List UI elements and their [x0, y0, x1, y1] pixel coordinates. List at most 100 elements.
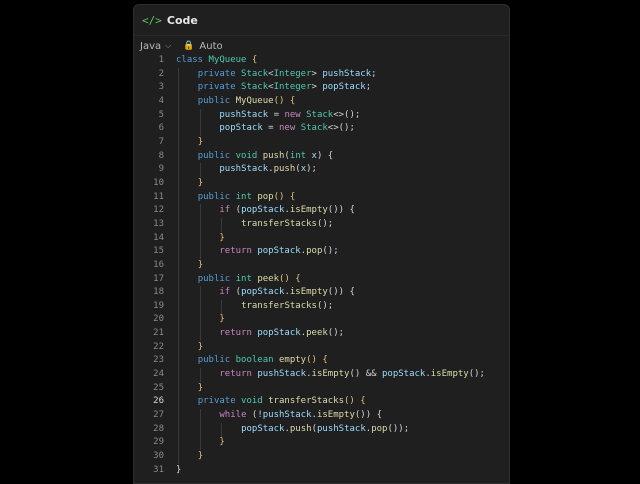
code-token: ();: [316, 218, 334, 229]
code-token: ;: [365, 82, 372, 93]
code-token: ();: [316, 300, 334, 311]
code-line: 18 if (popStack.isEmpty()) {: [134, 286, 509, 300]
line-number: 4: [158, 95, 164, 106]
code-token: private: [197, 68, 242, 79]
code-token: MyQueue: [208, 55, 252, 65]
indent-guide: [199, 204, 201, 260]
code-line: 16}: [134, 259, 509, 273]
line-source: popStack = new Stack<>();: [219, 122, 355, 136]
indent-guide: [221, 218, 223, 232]
code-token: isEmpty: [430, 369, 469, 380]
line-number: 25: [153, 382, 164, 393]
code-token: () {: [273, 191, 296, 202]
line-source: public int peek() {: [198, 273, 301, 287]
line-number: 31: [153, 464, 164, 475]
indent-guide: [221, 300, 223, 314]
indent-guide: [199, 163, 201, 178]
code-token: pushStack: [316, 423, 366, 434]
line-source: public void push(int x) {: [198, 150, 334, 164]
code-line: 27 while (!pushStack.isEmpty()) {: [134, 409, 509, 423]
code-icon: </>: [142, 13, 162, 27]
code-line: 13 transferStacks();: [134, 218, 509, 232]
code-token: push: [273, 164, 296, 175]
line-number: 22: [153, 341, 164, 352]
code-line: 21 return popStack.peek();: [134, 327, 509, 341]
code-token: pop: [306, 246, 323, 257]
line-number: 14: [153, 232, 164, 243]
code-line: 12 if (popStack.isEmpty()) {: [134, 204, 509, 218]
code-token: ()) {: [327, 287, 355, 298]
code-token: new: [279, 123, 301, 134]
code-line: 20}: [134, 313, 509, 327]
code-line: 3 private Stack<Integer> popStack;: [134, 81, 509, 95]
line-number: 20: [153, 314, 164, 325]
code-token: popStack: [257, 246, 301, 257]
code-token: popStack: [322, 82, 366, 93]
code-token: private: [197, 82, 242, 93]
code-line: 15 return popStack.pop();: [134, 245, 509, 259]
code-token: while: [219, 410, 252, 421]
panel-header: </> Code: [142, 11, 198, 29]
code-token: }: [197, 136, 204, 147]
indent-guide: [199, 409, 201, 451]
line-source: }: [198, 177, 203, 191]
code-token: () {: [273, 95, 296, 106]
lock-icon: 🔒: [183, 41, 195, 51]
code-token: public: [197, 95, 236, 106]
code-token: }: [197, 451, 204, 462]
code-token: }: [197, 341, 204, 352]
code-token: popStack: [381, 369, 426, 380]
code-line: 28 popStack.push(pushStack.pop());: [134, 423, 509, 437]
line-number: 9: [158, 164, 164, 175]
line-source: return popStack.pop();: [219, 245, 338, 259]
code-token: popStack: [241, 287, 285, 298]
code-token: pushStack: [322, 68, 372, 79]
code-token: new: [284, 109, 307, 120]
code-token: (!: [251, 410, 263, 421]
line-source: }: [219, 232, 224, 246]
code-panel: </> Code Java ⌵ 🔒 Auto 1 class MyQueue {2…: [133, 4, 510, 484]
line-number: 12: [153, 205, 164, 216]
code-token: isEmpty: [289, 205, 328, 216]
header-divider: [134, 35, 509, 36]
line-number: 30: [153, 451, 164, 462]
code-token: pushStack: [219, 109, 269, 120]
code-line: 17 public int peek() {: [134, 273, 509, 287]
code-token: () {: [344, 396, 366, 407]
code-token: pop: [371, 423, 388, 434]
code-token: );: [306, 164, 317, 175]
code-token: ();: [468, 369, 485, 380]
line-number: 6: [158, 123, 164, 134]
line-source: class MyQueue {: [176, 54, 257, 68]
code-token: Stack: [241, 82, 269, 93]
line-number: 15: [153, 246, 164, 257]
code-token: =: [262, 123, 280, 134]
code-token: popStack: [219, 123, 263, 134]
line-source: public int pop() {: [198, 191, 296, 205]
line-number: 23: [153, 355, 164, 366]
line-number: 7: [158, 136, 164, 147]
code-token: Stack: [241, 68, 269, 79]
line-number: 16: [153, 259, 164, 270]
code-token: isEmpty: [316, 410, 355, 421]
code-token: void: [235, 150, 263, 161]
line-source: transferStacks();: [241, 218, 333, 232]
code-token: push: [289, 423, 312, 434]
code-token: pushStack: [262, 410, 312, 421]
line-source: pushStack = new Stack<>();: [219, 109, 360, 123]
mode-label[interactable]: Auto: [199, 41, 222, 52]
line-source: transferStacks();: [241, 300, 333, 314]
line-number: 19: [153, 300, 164, 311]
code-editor[interactable]: 1 class MyQueue {2 private Stack<Integer> …: [134, 54, 509, 477]
code-line: 19 transferStacks();: [134, 300, 509, 314]
line-source: }: [198, 341, 203, 355]
code-token: isEmpty: [311, 369, 350, 380]
line-source: public MyQueue() {: [198, 95, 296, 109]
code-token: Integer: [273, 68, 312, 79]
language-select[interactable]: Java: [140, 41, 161, 52]
code-line: 8 public void push(int x) {: [134, 150, 509, 164]
chevron-down-icon[interactable]: ⌵: [165, 41, 171, 51]
panel-title: Code: [166, 13, 198, 27]
code-token: >: [311, 68, 323, 79]
code-token: popStack: [241, 423, 285, 434]
